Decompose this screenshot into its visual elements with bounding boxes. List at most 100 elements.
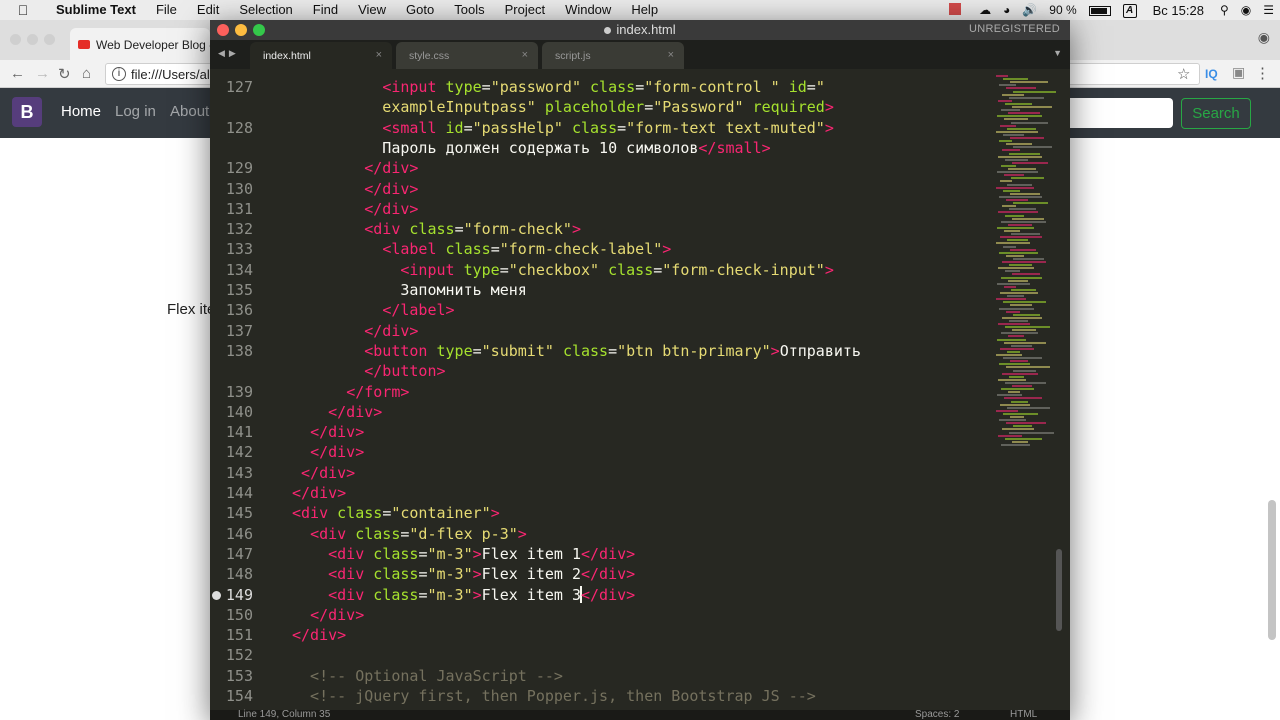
info-icon[interactable]: i [112, 67, 126, 81]
back-arrow-icon[interactable]: ← [10, 65, 25, 82]
menu-app-name[interactable]: Sublime Text [46, 0, 146, 20]
line-number[interactable]: 136 [210, 300, 253, 320]
nav-login[interactable]: Log in [115, 103, 156, 120]
code-line[interactable]: </div> [292, 199, 418, 219]
code-line[interactable]: <div class="d-flex p-3"> [292, 524, 527, 544]
tab-scroll-arrows-icon[interactable]: ◀▶ [218, 48, 240, 59]
line-number[interactable]: 151 [210, 625, 253, 645]
menu-find[interactable]: Find [303, 0, 348, 20]
line-number[interactable]: 143 [210, 463, 253, 483]
line-number[interactable]: 138 [210, 341, 253, 361]
battery-icon[interactable] [1083, 3, 1117, 17]
line-number[interactable]: 127 [210, 77, 253, 97]
code-line[interactable]: <button type="submit" class="btn btn-pri… [292, 341, 861, 361]
code-line[interactable]: <label class="form-check-label"> [292, 239, 671, 259]
code-line[interactable]: <div class="m-3">Flex item 1</div> [292, 544, 635, 564]
line-number[interactable]: 153 [210, 666, 253, 686]
menu-goto[interactable]: Goto [396, 0, 444, 20]
cloud-icon[interactable]: ☁ [973, 3, 997, 17]
tab-list-icon[interactable]: ▼ [1053, 48, 1062, 58]
code-line[interactable]: </div> [292, 402, 382, 422]
line-number[interactable]: 134 [210, 260, 253, 280]
site-search-input[interactable] [1069, 98, 1173, 128]
menu-clock[interactable]: Вс 15:28 [1143, 3, 1214, 18]
close-tab-icon[interactable]: × [668, 49, 674, 61]
code-line[interactable]: </div> [292, 179, 418, 199]
status-syntax[interactable]: HTML [1010, 710, 1037, 720]
code-area[interactable]: <input type="password" class="form-contr… [292, 69, 992, 710]
menu-tools[interactable]: Tools [444, 0, 494, 20]
line-number[interactable]: 145 [210, 503, 253, 523]
menu-project[interactable]: Project [495, 0, 555, 20]
notification-center-icon[interactable]: ☰ [1257, 3, 1280, 17]
code-line[interactable]: </div> [292, 321, 418, 341]
zoom-dot[interactable] [44, 34, 55, 45]
code-line[interactable]: </button> [292, 361, 445, 381]
close-tab-icon[interactable]: × [522, 49, 528, 61]
menu-help[interactable]: Help [621, 0, 668, 20]
wifi-icon[interactable]: ◕ [997, 3, 1016, 17]
line-number[interactable]: 154 [210, 686, 253, 706]
code-line[interactable]: <!-- jQuery first, then Popper.js, then … [292, 686, 816, 706]
status-indentation[interactable]: Spaces: 2 [915, 710, 959, 720]
code-line[interactable]: </form> [292, 382, 409, 402]
tab-style-css[interactable]: style.css × [396, 42, 538, 69]
line-number[interactable]: 137 [210, 321, 253, 341]
code-line[interactable]: </div> [292, 158, 418, 178]
close-dot[interactable] [10, 34, 21, 45]
spotlight-search-icon[interactable]: ⚲ [1214, 3, 1235, 17]
recording-icon[interactable] [943, 2, 973, 18]
line-number[interactable]: 150 [210, 605, 253, 625]
code-line[interactable]: <div class="m-3">Flex item 2</div> [292, 564, 635, 584]
menu-selection[interactable]: Selection [229, 0, 302, 20]
extension-icon[interactable]: ▣ [1232, 64, 1245, 81]
line-number[interactable]: 133 [210, 239, 253, 259]
line-number[interactable]: 144 [210, 483, 253, 503]
menu-edit[interactable]: Edit [187, 0, 229, 20]
line-number[interactable]: 135 [210, 280, 253, 300]
volume-icon[interactable]: 🔊 [1016, 3, 1043, 17]
code-line[interactable]: </div> [292, 625, 346, 645]
line-number[interactable]: 131 [210, 199, 253, 219]
code-line[interactable]: exampleInputpass" placeholder="Password"… [292, 97, 834, 117]
bootstrap-logo[interactable]: B [12, 97, 42, 127]
code-line[interactable]: <input type="password" class="form-contr… [292, 77, 825, 97]
line-number[interactable]: 148 [210, 564, 253, 584]
code-line[interactable]: Пароль должен содержать 10 символов</sma… [292, 138, 770, 158]
code-line[interactable]: <div class="m-3">Flex item 3</div> [292, 585, 635, 605]
code-line[interactable]: </label> [292, 300, 454, 320]
line-number[interactable]: 128 [210, 118, 253, 138]
site-search-button[interactable]: Search [1181, 98, 1251, 129]
code-line[interactable]: <small id="passHelp" class="form-text te… [292, 118, 834, 138]
home-icon[interactable]: ⌂ [82, 65, 91, 82]
minimap[interactable] [992, 69, 1056, 469]
line-number[interactable]: 140 [210, 402, 253, 422]
menu-view[interactable]: View [348, 0, 396, 20]
bookmark-star-icon[interactable]: ☆ [1177, 65, 1190, 83]
browser-scrollbar[interactable] [1268, 500, 1276, 640]
profile-icon[interactable]: ◉ [1258, 29, 1270, 46]
code-line[interactable]: </div> [292, 422, 364, 442]
line-number[interactable]: 132 [210, 219, 253, 239]
editor-scrollbar[interactable] [1056, 549, 1062, 631]
line-number[interactable]: 130 [210, 179, 253, 199]
code-editor[interactable]: 127 128 129 130 131 132 133 134 135 136 137 138 139 1… [210, 69, 1070, 710]
code-line[interactable]: </div> [292, 442, 364, 462]
close-tab-icon[interactable]: × [376, 49, 382, 61]
menu-window[interactable]: Window [555, 0, 621, 20]
code-line[interactable]: </div> [292, 605, 364, 625]
line-number[interactable]: 139 [210, 382, 253, 402]
line-number[interactable]: 147 [210, 544, 253, 564]
code-line[interactable]: <!-- Optional JavaScript --> [292, 666, 563, 686]
code-line[interactable]: Запомнить меня [292, 280, 526, 300]
nav-about[interactable]: About [170, 103, 209, 120]
forward-arrow-icon[interactable]: → [35, 65, 50, 82]
input-source-icon[interactable]: A [1117, 2, 1143, 18]
nav-home[interactable]: Home [61, 103, 101, 120]
code-line[interactable]: </div> [292, 483, 346, 503]
line-number[interactable]: 141 [210, 422, 253, 442]
code-line[interactable]: </div> [292, 463, 355, 483]
line-number[interactable]: 129 [210, 158, 253, 178]
siri-icon[interactable]: ◉ [1235, 3, 1257, 17]
minimize-dot[interactable] [27, 34, 38, 45]
